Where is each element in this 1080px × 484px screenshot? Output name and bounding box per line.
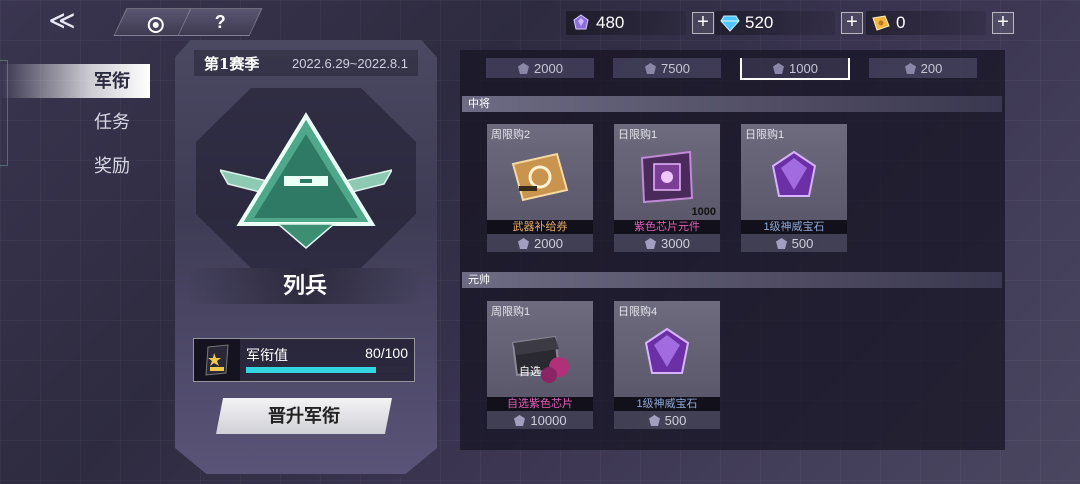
crystal-price-icon: [518, 237, 530, 249]
purple-gem-icon: [644, 327, 690, 374]
item-price-value: 2000: [534, 235, 563, 251]
purple-crystal-icon: [570, 12, 592, 34]
help-tab[interactable]: ?: [177, 8, 263, 36]
currency-ticket: 0 +: [866, 11, 1014, 35]
top-price-2: 7500: [613, 58, 721, 78]
item-price: 3000: [614, 234, 720, 252]
item-image: 日限购4: [614, 301, 720, 397]
item-limit: 周限购2: [491, 129, 531, 141]
help-icon: ?: [214, 11, 226, 32]
top-price-1-value: 2000: [534, 60, 563, 76]
top-price-2-value: 7500: [661, 60, 690, 76]
crystal-price-icon: [904, 62, 916, 74]
item-name: 1级神威宝石: [614, 397, 720, 411]
left-nav: 军衔 任务 奖励: [0, 60, 150, 192]
crystal-price-icon: [518, 62, 530, 74]
weapon-ticket-icon: [511, 152, 569, 202]
purple-chip-part-icon: [640, 150, 694, 204]
shop-item-weapon-ticket[interactable]: 周限购2 武器补给券 2000: [487, 124, 593, 252]
points-value: 80/100: [365, 345, 408, 361]
item-price: 500: [614, 411, 720, 429]
ticket-amount: 0: [896, 13, 906, 32]
crystal-price-icon: [645, 62, 657, 74]
currency-diamond: 520 +: [715, 11, 863, 35]
gold-ticket-icon: [870, 12, 892, 34]
season-row: 第1赛季 2022.6.29~2022.8.1: [194, 50, 418, 76]
add-crystal-button[interactable]: +: [692, 12, 714, 34]
rank-name-bar: 列兵: [188, 268, 422, 304]
points-label: 军衔值: [246, 347, 288, 363]
nav-item-rewards[interactable]: 奖励: [0, 148, 150, 192]
item-limit: 日限购1: [745, 129, 785, 141]
top-price-4-value: 200: [920, 60, 943, 76]
rank-emblem-icon: [220, 112, 392, 249]
shop-item-purple-chip-part[interactable]: 日限购1 1000 紫色芯片元件 3000: [614, 124, 720, 252]
item-price-value: 500: [664, 412, 687, 428]
back-button[interactable]: ≪: [38, 6, 86, 34]
item-limit: 日限购1: [618, 129, 658, 141]
points-progress-bar: [246, 367, 408, 373]
section-header-lt-general: 中将: [462, 96, 1002, 112]
nav-bracket: [0, 60, 8, 166]
nav-item-rank[interactable]: 军衔: [0, 64, 150, 98]
item-price: 500: [741, 234, 847, 252]
item-image: 周限购2: [487, 124, 593, 220]
item-limit: 周限购1: [491, 306, 531, 318]
crystal-price-icon: [514, 414, 526, 426]
top-price-3-value: 1000: [789, 60, 818, 76]
item-name: 自选紫色芯片: [487, 397, 593, 411]
rank-name: 列兵: [282, 273, 327, 299]
item-price-value: 3000: [661, 235, 690, 251]
diamond-amount: 520: [745, 13, 774, 32]
currency-crystal: 480 +: [566, 11, 714, 35]
crystal-price-icon: [773, 62, 785, 74]
top-price-4: 200: [869, 58, 977, 78]
crystal-price-icon: [648, 414, 660, 426]
shop-item-gem-lv1-daily[interactable]: 日限购4 1级神威宝石 500: [614, 301, 720, 429]
crystal-price-icon: [645, 237, 657, 249]
box-label: 自选: [519, 366, 541, 378]
blue-diamond-icon: [719, 12, 741, 34]
record-icon: [148, 16, 164, 33]
item-image: 日限购1 1000: [614, 124, 720, 220]
crystal-price-icon: [775, 237, 787, 249]
item-price-value: 10000: [530, 412, 567, 428]
rank-star-icon: [194, 339, 240, 381]
points-progress-fill: [246, 367, 376, 373]
purple-gem-icon: [771, 150, 817, 197]
section-header-marshal: 元帅: [462, 272, 1002, 288]
item-price-value: 500: [791, 235, 814, 251]
crystal-amount: 480: [596, 13, 625, 32]
item-price: 2000: [487, 234, 593, 252]
shop-item-select-purple-chip[interactable]: 周限购1 自选 自选紫色芯片 10000: [487, 301, 593, 429]
promote-rank-button[interactable]: 晋升军衔: [216, 398, 392, 434]
top-icon-tabs: ?: [113, 8, 263, 38]
nav-item-tasks[interactable]: 任务: [0, 104, 150, 148]
item-image: 周限购1 自选: [487, 301, 593, 397]
add-diamond-button[interactable]: +: [841, 12, 863, 34]
shop-item-gem-lv1[interactable]: 日限购1 1级神威宝石 500: [741, 124, 847, 252]
add-ticket-button[interactable]: +: [992, 12, 1014, 34]
top-price-3[interactable]: 1000: [740, 58, 850, 80]
top-price-1: 2000: [486, 58, 594, 78]
item-name: 紫色芯片元件: [614, 220, 720, 234]
season-title: 第1赛季: [204, 54, 260, 73]
rank-points-box: 军衔值 80/100: [193, 338, 415, 382]
item-price: 10000: [487, 411, 593, 429]
season-date: 2022.6.29~2022.8.1: [291, 55, 408, 71]
item-name: 武器补给券: [487, 220, 593, 234]
item-limit: 日限购4: [618, 306, 658, 318]
item-name: 1级神威宝石: [741, 220, 847, 234]
item-quantity: 1000: [691, 206, 716, 218]
item-image: 日限购1: [741, 124, 847, 220]
